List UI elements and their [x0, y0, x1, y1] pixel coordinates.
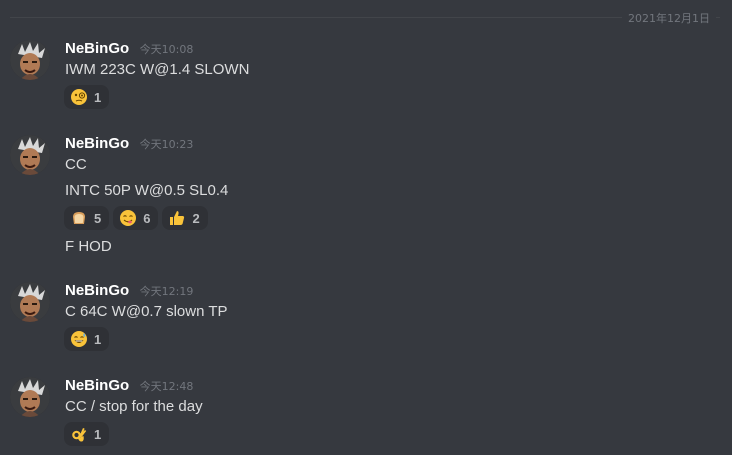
message: NeBinGo 今天10:08 IWM 223C W@1.4 SLOWN 1 [0, 40, 732, 115]
reactions: 1 [64, 422, 110, 446]
face-savoring-food-icon [120, 210, 137, 226]
message-text: IWM 223C W@1.4 SLOWN [65, 61, 250, 78]
reaction-count: 5 [94, 210, 102, 226]
reaction-count: 2 [192, 210, 200, 226]
reaction-count: 1 [94, 89, 102, 105]
message: NeBinGo 今天10:23 CC INTC 50P W@0.5 SL0.4 … [0, 135, 732, 265]
reactions: 5 6 2 [64, 206, 208, 230]
reactions: 1 [64, 327, 110, 351]
reactions: 1 [64, 85, 110, 109]
grinning-sweat-icon [71, 331, 87, 347]
message-text: CC / stop for the day [65, 398, 203, 415]
reaction-ok-hand[interactable]: 1 [64, 422, 110, 446]
reaction-count: 1 [94, 331, 102, 347]
thumbs-up-icon [170, 211, 185, 225]
message-text: INTC 50P W@0.5 SL0.4 [65, 182, 229, 199]
reaction-thumbs-up[interactable]: 2 [162, 206, 208, 230]
date-divider: 2021年12月1日 [0, 7, 732, 27]
username[interactable]: NeBinGo [65, 282, 129, 299]
reaction-grinning-sweat[interactable]: 1 [64, 327, 110, 351]
timestamp: 今天10:23 [139, 138, 194, 151]
avatar[interactable] [10, 282, 50, 322]
reaction-face-with-monocle[interactable]: 1 [64, 85, 110, 109]
timestamp: 今天12:48 [139, 380, 194, 393]
message: NeBinGo 今天12:48 CC / stop for the day 1 [0, 377, 732, 452]
username[interactable]: NeBinGo [65, 377, 129, 394]
avatar[interactable] [10, 377, 50, 417]
reaction-bread[interactable]: 5 [64, 206, 110, 230]
bread-icon [73, 212, 85, 224]
divider-line [10, 17, 720, 18]
message-text: CC [65, 156, 87, 173]
timestamp: 今天12:19 [139, 285, 194, 298]
message-text: C 64C W@0.7 slown TP [65, 303, 228, 320]
reaction-count: 1 [94, 426, 102, 442]
message-text: F HOD [65, 238, 112, 255]
avatar[interactable] [10, 135, 50, 175]
avatar[interactable] [10, 40, 50, 80]
timestamp: 今天10:08 [139, 43, 194, 56]
username[interactable]: NeBinGo [65, 40, 129, 57]
date-divider-text: 2021年12月1日 [622, 10, 716, 26]
reaction-count: 6 [143, 210, 151, 226]
username[interactable]: NeBinGo [65, 135, 129, 152]
ok-hand-icon [72, 428, 87, 442]
message: NeBinGo 今天12:19 C 64C W@0.7 slown TP 1 [0, 282, 732, 357]
reaction-face-savoring-food[interactable]: 6 [113, 206, 159, 230]
face-with-monocle-icon [71, 89, 87, 105]
